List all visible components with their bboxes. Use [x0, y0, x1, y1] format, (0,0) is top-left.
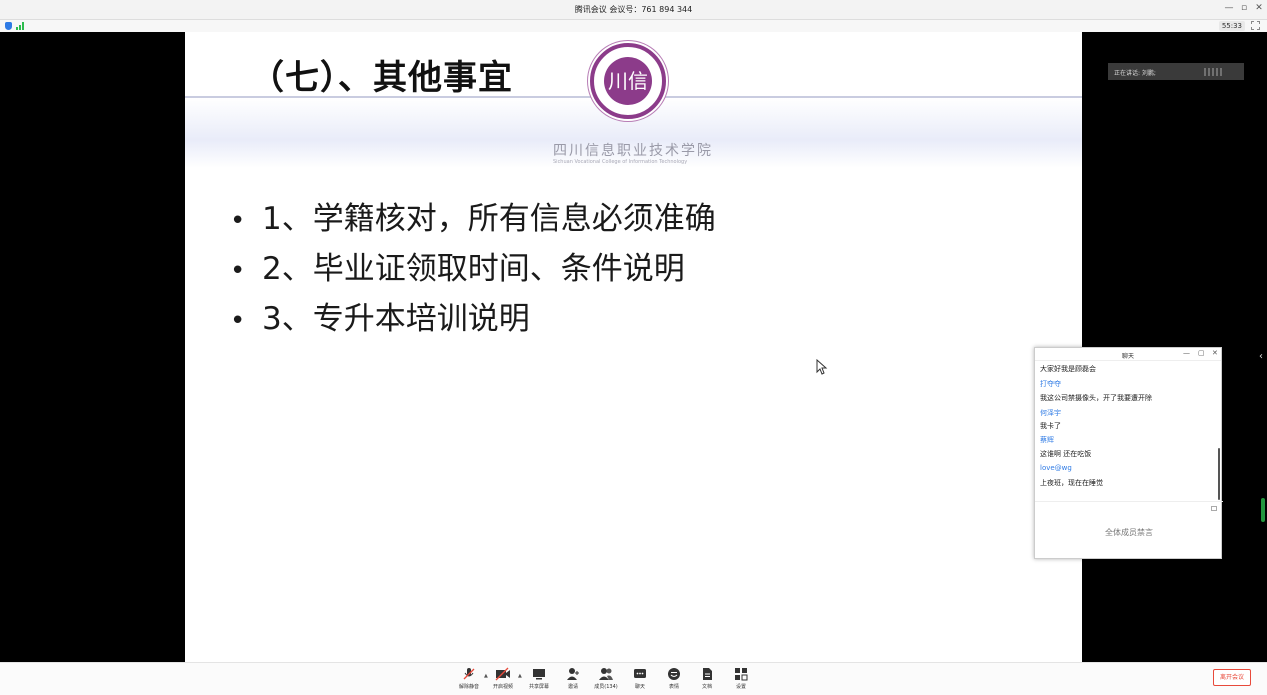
members-icon [599, 668, 613, 680]
chat-message-text: 上夜班，现在在睡觉 [1040, 479, 1103, 487]
chat-maximize-button[interactable]: ▢ [1198, 349, 1205, 357]
mute-notice: 全体成员禁言 [1105, 528, 1153, 537]
file-icon[interactable] [1211, 506, 1217, 511]
chat-label: 聊天 [634, 684, 645, 690]
chat-button[interactable]: 聊天 [623, 667, 657, 690]
video-button[interactable]: 开启视频 [486, 667, 520, 690]
slide-bullet: • 1、学籍核对，所有信息必须准确 [230, 194, 716, 244]
active-speaker-tile[interactable]: 正在讲话: 刘鹏; [1108, 63, 1244, 80]
shared-slide: （七）、其他事宜 川信 四川信息职业技术学院 Sichuan Vocationa… [185, 32, 1082, 662]
mouse-cursor-icon [816, 359, 828, 375]
chat-sender-name: 打夺夺 [1040, 380, 1061, 388]
school-name-en: Sichuan Vocational College of Informatio… [553, 159, 688, 165]
emoji-button[interactable]: 表情 [657, 667, 691, 690]
chat-message-text: 我这公司禁摄像头，开了我要遭开除 [1040, 394, 1152, 402]
share-screen-button[interactable]: 共享屏幕 [522, 667, 556, 690]
slide-title: （七）、其他事宜 [250, 58, 513, 98]
settings-icon [735, 668, 748, 681]
documents-button[interactable]: 文档 [690, 667, 724, 690]
fullscreen-icon[interactable] [1251, 21, 1260, 30]
window-title: 腾讯会议 会议号：761 894 344 [574, 5, 693, 14]
chat-header: 聊天 — ▢ ✕ [1035, 348, 1221, 361]
chat-sender-name: love@wg [1040, 464, 1072, 472]
slide-bullet: • 3、专升本培训说明 [230, 294, 716, 344]
shield-icon[interactable] [5, 22, 12, 30]
chat-scrollbar[interactable] [1218, 448, 1220, 500]
unmute-label: 解除静音 [458, 684, 479, 690]
maximize-button[interactable]: ▫ [1238, 3, 1250, 13]
chat-input-area: 全体成员禁言 [1035, 501, 1223, 559]
bullet-text: 3、专升本培训说明 [262, 301, 530, 337]
slide-bullet-list: • 1、学籍核对，所有信息必须准确 • 2、毕业证领取时间、条件说明 • 3、专升本培… [230, 194, 716, 344]
active-speaker-label: 正在讲话: 刘鹏; [1114, 70, 1156, 77]
settings-label: 设置 [735, 684, 746, 690]
bullet-marker: • [230, 206, 246, 236]
window-titlebar: 腾讯会议 会议号：761 894 344 — ▫ ✕ [0, 0, 1267, 20]
chat-sender-name: 蔡辉 [1040, 436, 1054, 444]
bullet-text: 2、毕业证领取时间、条件说明 [262, 251, 685, 287]
meeting-toolbar: 解除静音 ▲ 开启视频 ▲ 共享屏幕 邀请 成员(134) 聊天 表情 文档 设… [0, 662, 1267, 695]
video-label: 开启视频 [492, 684, 513, 690]
slide-bullet: • 2、毕业证领取时间、条件说明 [230, 244, 716, 294]
chevron-left-icon[interactable]: ‹ [1259, 351, 1263, 362]
emoji-icon [668, 668, 680, 680]
microphone-off-icon [463, 668, 475, 680]
documents-label: 文档 [701, 684, 712, 690]
chat-minimize-button[interactable]: — [1183, 349, 1190, 357]
unmute-button[interactable]: 解除静音 [452, 667, 486, 690]
members-label: 成员(134) [594, 684, 618, 690]
school-logo-mark: 川信 [604, 57, 652, 105]
emoji-label: 表情 [668, 684, 679, 690]
settings-button[interactable]: 设置 [724, 667, 758, 690]
bullet-text: 1、学籍核对，所有信息必须准确 [262, 201, 716, 237]
add-user-icon [567, 668, 579, 680]
chat-message-text: 这谁啊 还在吃饭 [1040, 450, 1092, 458]
bullet-marker: • [230, 256, 246, 286]
chat-message-text: 大家好我是顾磊会 [1040, 365, 1096, 373]
bullet-marker: • [230, 306, 246, 336]
chat-close-button[interactable]: ✕ [1212, 349, 1218, 357]
chat-icon [634, 669, 646, 678]
document-icon [703, 668, 712, 680]
side-indicator [1261, 498, 1265, 522]
chat-title: 聊天 [1121, 353, 1134, 360]
status-strip [0, 20, 1267, 32]
chat-sender-name: 何泽宇 [1040, 409, 1061, 417]
minimize-button[interactable]: — [1223, 3, 1235, 13]
invite-button[interactable]: 邀请 [556, 667, 590, 690]
meeting-timer: 55:33 [1218, 21, 1245, 31]
chat-message-list[interactable]: 大家好我是顾磊会 打夺夺 我这公司禁摄像头，开了我要遭开除 何泽宇 我卡了 蔡辉… [1035, 362, 1223, 500]
share-screen-label: 共享屏幕 [528, 684, 549, 690]
audio-wave-icon [1204, 68, 1224, 76]
chat-panel: 聊天 — ▢ ✕ 大家好我是顾磊会 打夺夺 我这公司禁摄像头，开了我要遭开除 何… [1034, 347, 1223, 559]
members-button[interactable]: 成员(134) [589, 667, 623, 690]
signal-icon[interactable] [16, 22, 25, 30]
screen-share-icon [533, 669, 545, 680]
close-button[interactable]: ✕ [1253, 3, 1265, 13]
school-name: 四川信息职业技术学院 [553, 143, 713, 159]
leave-meeting-button[interactable]: 离开会议 [1213, 669, 1251, 686]
chat-message-text: 我卡了 [1040, 422, 1061, 430]
invite-label: 邀请 [567, 684, 578, 690]
school-logo: 川信 [590, 43, 666, 119]
camera-off-icon [495, 667, 510, 681]
